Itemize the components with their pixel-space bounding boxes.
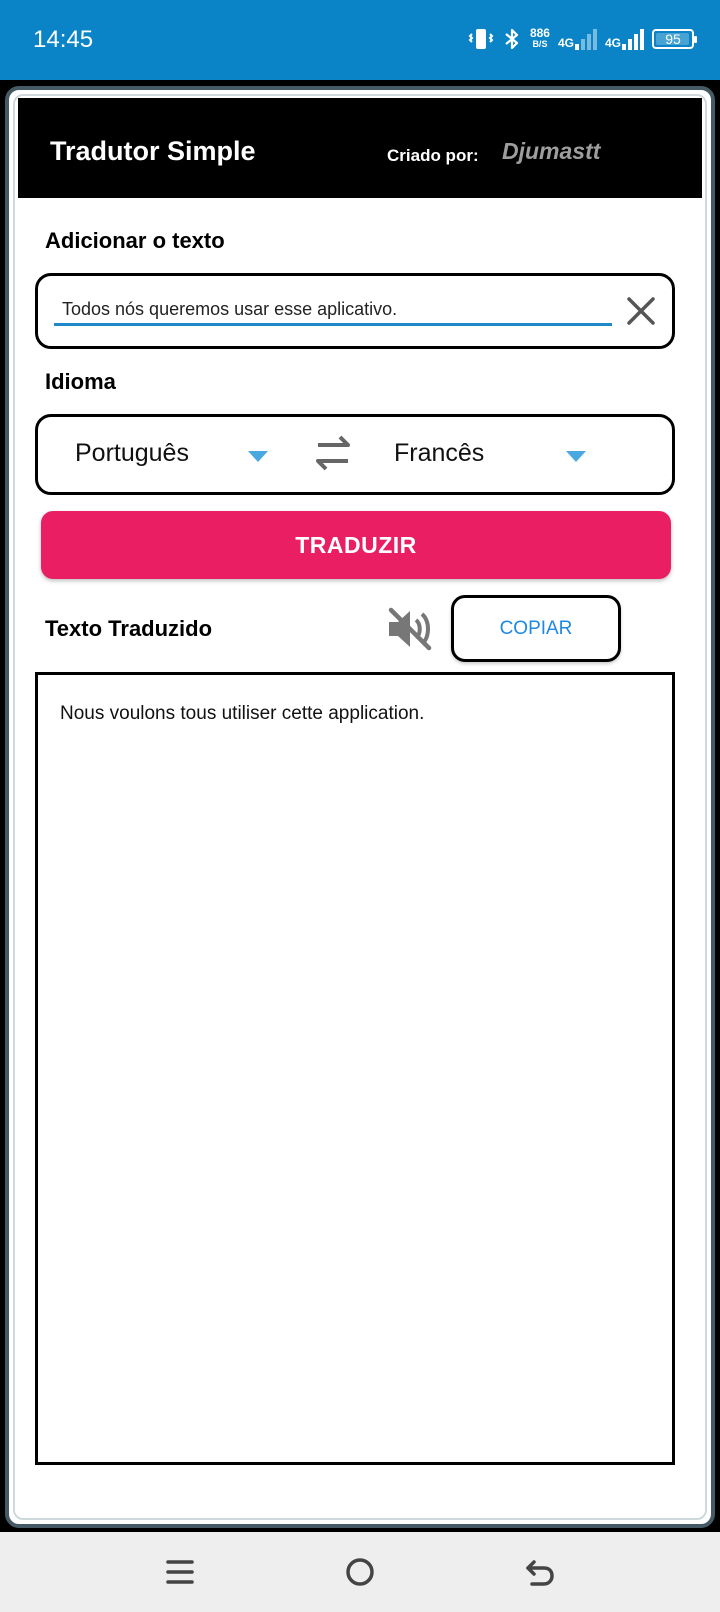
status-bar: 14:45 886 B/S 4G 4G 95 (0, 0, 720, 80)
battery-icon: 95 (652, 29, 697, 49)
translated-text-box[interactable]: Nous voulons tous utiliser cette applica… (35, 672, 675, 1465)
home-circle-icon[interactable] (340, 1552, 380, 1592)
signal-1: 4G (558, 28, 597, 50)
back-icon[interactable] (520, 1552, 560, 1592)
caret-down-icon[interactable] (566, 451, 586, 462)
network-type-2: 4G (604, 36, 621, 50)
menu-icon[interactable] (160, 1552, 200, 1592)
app-title: Tradutor Simple (50, 136, 256, 166)
status-icons: 886 B/S 4G 4G 95 (468, 24, 697, 54)
input-container (35, 273, 675, 349)
close-icon[interactable] (624, 294, 658, 328)
author-name: Djumastt (502, 138, 601, 164)
language-label: Idioma (45, 369, 116, 394)
input-label: Adicionar o texto (45, 228, 225, 253)
vibrate-icon (468, 29, 494, 49)
signal-2: 4G (605, 28, 644, 50)
network-type-1: 4G (557, 36, 574, 50)
network-speed: 886 B/S (529, 26, 550, 50)
translated-text-label: Texto Traduzido (45, 616, 213, 641)
signal-bars-2-icon (622, 28, 644, 50)
translated-text: Nous voulons tous utiliser cette applica… (60, 703, 425, 724)
speed-value: 886 (529, 26, 550, 40)
app-frame: Tradutor Simple Criado por: Djumastt Adi… (5, 86, 715, 1528)
swap-icon[interactable] (310, 433, 356, 473)
bluetooth-icon (505, 28, 519, 50)
created-by-label: Criado por: (387, 146, 479, 165)
volume-off-icon[interactable] (385, 604, 435, 654)
app-header: Tradutor Simple Criado por: Djumastt (18, 98, 702, 198)
signal-bars-1-icon (574, 28, 597, 50)
language-selector: Português Francês (35, 414, 675, 495)
target-language-select[interactable]: Francês (394, 439, 484, 468)
copy-button[interactable]: COPIAR (451, 595, 621, 662)
caret-down-icon[interactable] (248, 451, 268, 462)
navigation-bar (0, 1532, 720, 1612)
source-text-input[interactable] (54, 296, 612, 326)
speed-unit: B/S (532, 39, 548, 49)
status-time: 14:45 (33, 26, 94, 53)
battery-level: 95 (665, 31, 681, 47)
source-language-select[interactable]: Português (75, 439, 189, 468)
translate-button[interactable]: TRADUZIR (41, 511, 671, 579)
